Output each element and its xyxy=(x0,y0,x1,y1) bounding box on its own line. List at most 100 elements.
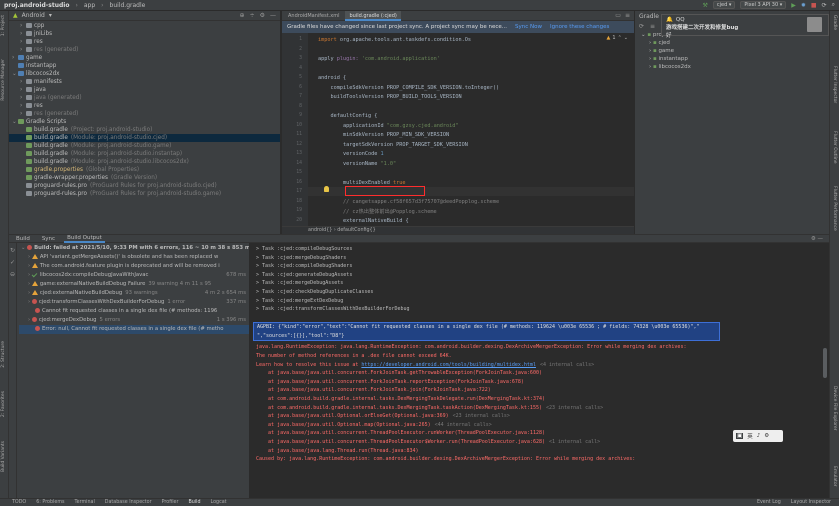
filter-icon[interactable]: ⊖ xyxy=(10,269,15,281)
tab-android-manifest[interactable]: AndroidManifest.xml xyxy=(284,11,343,21)
chevron-down-icon[interactable]: ⌄ xyxy=(624,35,628,41)
run-icon[interactable]: ▶ xyxy=(791,2,796,9)
tool-window-resource-manager[interactable]: Resource Manager xyxy=(1,59,6,101)
build-tree-item[interactable]: › The com.android.feature plugin is depr… xyxy=(19,262,249,271)
code-editor[interactable]: 1 2 3 4 5 6 7 8 9 10 11 12 13 14 15 16 17 18 19 20 import o… xyxy=(282,33,634,234)
project-tree-item[interactable]: gradle-wrapper.properties (Gradle Version… xyxy=(9,174,280,182)
tool-window-structure[interactable]: 2: Structure xyxy=(1,341,6,368)
project-tree-item[interactable]: build.gradle (Project: proj.android-studi… xyxy=(9,126,280,134)
gradle-tree-item[interactable]: › ▪ libcocos2dx xyxy=(641,63,829,71)
project-tree-item[interactable]: ⌄ Gradle Scripts xyxy=(9,118,280,126)
project-tree-item[interactable]: › res (generated) xyxy=(9,110,280,118)
project-view-select[interactable]: Android xyxy=(22,12,45,19)
project-tree-item[interactable]: › res xyxy=(9,102,280,110)
project-tree-item[interactable]: build.gradle (Module: proj.android-studio… xyxy=(9,158,280,166)
internal-calls-hint[interactable]: <23 internal calls> xyxy=(546,405,603,411)
sync-icon[interactable]: ⟳ xyxy=(822,2,827,9)
nav-crumb-project[interactable]: proj.android-studio xyxy=(4,2,69,9)
status-profiler[interactable]: Profiler xyxy=(162,500,179,505)
tab-build-output[interactable]: Build Output xyxy=(64,235,105,243)
project-tree-item[interactable]: › java xyxy=(9,86,280,94)
gear-icon[interactable]: ⚙ — xyxy=(811,236,829,242)
build-tree-item[interactable]: › libcocos2dx:compileDebugJavaWithJavac 6… xyxy=(19,271,249,280)
nav-crumb-file[interactable]: build.gradle xyxy=(110,2,146,9)
device-select[interactable]: Pixel 3 API 30 ▾ xyxy=(740,1,787,9)
project-tree-item[interactable]: › res (generated) xyxy=(9,46,280,54)
project-tree-item[interactable]: › game xyxy=(9,54,280,62)
ignore-changes-link[interactable]: Ignore these changes xyxy=(550,24,609,30)
floating-input-bar[interactable]: ▣ 英 ♪ ⚙ xyxy=(733,430,783,442)
status-todo[interactable]: TODO xyxy=(12,500,26,505)
project-tree-item[interactable]: build.gradle (Module: proj.android-studio… xyxy=(9,150,280,158)
hammer-icon[interactable]: ⚒ xyxy=(702,2,707,9)
build-tree-item[interactable]: › cjed:mergeDexDebug 5 errors 1 s 396 ms xyxy=(19,316,249,325)
minimize-icon[interactable]: — xyxy=(270,12,276,19)
qq-notification[interactable]: 🔔 QQ 游戏搭建二次开发和修复bug 好 xyxy=(661,14,829,39)
refresh-icon[interactable]: ⟳ xyxy=(639,23,644,30)
build-tree-item[interactable]: ⌄ Build: failed at 2021/5/10, 9:33 PM wi… xyxy=(19,244,249,253)
project-tree-item[interactable]: ⌄ libcocos2dx xyxy=(9,70,280,78)
tab-list-icon[interactable]: ≡ xyxy=(625,12,630,19)
project-tree-item[interactable]: proguard-rules.pro (ProGuard Rules for pr… xyxy=(9,190,280,198)
build-tree-item[interactable]: › API 'variant.getMergeAssets()' is obso… xyxy=(19,253,249,262)
build-tree-item[interactable]: › cjed:transformClassesWithDexBuilderFor… xyxy=(19,298,249,307)
tool-window-favorites[interactable]: 2: Favorites xyxy=(1,391,6,417)
multidex-doc-link[interactable]: https://developer.android.com/tools/buil… xyxy=(361,362,536,368)
tool-window-gradle[interactable]: Gradle xyxy=(832,15,837,30)
debug-icon[interactable]: ✹ xyxy=(801,2,806,9)
project-tree-item[interactable]: › jniLibs xyxy=(9,30,280,38)
status-database-inspector[interactable]: Database Inspector xyxy=(105,500,152,505)
project-tree-item[interactable]: › java (generated) xyxy=(9,94,280,102)
project-tree-item[interactable]: gradle.properties (Global Properties) xyxy=(9,166,280,174)
tool-window-emulator[interactable]: Emulator xyxy=(832,466,837,486)
chevron-up-icon[interactable]: ⌃ xyxy=(618,35,622,41)
gradle-tree-item[interactable]: › ▪ instantapp xyxy=(641,55,829,63)
tool-window-build-variants[interactable]: Build Variants xyxy=(1,441,6,472)
expand-icon[interactable]: ≡ xyxy=(650,23,655,30)
search-icon[interactable]: ⌕ xyxy=(832,1,835,9)
status-event-log[interactable]: Event Log xyxy=(757,500,781,505)
stop-icon[interactable]: ■ xyxy=(811,2,817,9)
build-tree-item[interactable]: Error: null, Cannot fit requested classe… xyxy=(19,325,249,334)
ime-lang[interactable]: 英 xyxy=(747,432,753,440)
internal-calls-hint[interactable]: <4 internal calls> xyxy=(540,362,594,368)
inspection-widget[interactable]: ▲ 1 ⌃ ⌄ xyxy=(607,35,628,41)
split-icon[interactable]: ▭ xyxy=(615,12,621,19)
project-tree-item[interactable]: build.gradle (Module: proj.android-studio… xyxy=(9,134,280,142)
internal-calls-hint[interactable]: <23 internal calls> xyxy=(453,413,510,419)
internal-calls-hint[interactable]: <1 internal call> xyxy=(549,439,600,445)
chevron-down-icon[interactable]: ▾ xyxy=(49,12,52,19)
status-terminal[interactable]: Terminal xyxy=(75,500,95,505)
project-tree-item[interactable]: › manifests xyxy=(9,78,280,86)
build-tree-item[interactable]: Cannot fit requested classes in a single… xyxy=(19,307,249,316)
tab-sync[interactable]: Sync xyxy=(39,236,58,242)
internal-calls-hint[interactable]: <44 internal calls> xyxy=(435,422,492,428)
status-problems[interactable]: 6: Problems xyxy=(36,500,64,505)
project-tree-item[interactable]: instantapp xyxy=(9,62,280,70)
collapse-icon[interactable]: ÷ xyxy=(250,12,255,19)
tool-window-project[interactable]: 1: Project xyxy=(1,15,6,36)
tool-window-device-file-explorer[interactable]: Device File Explorer xyxy=(832,386,837,431)
build-console[interactable]: > Task :cjed:compileDebugSources > Task :… xyxy=(250,243,829,498)
build-tree-item[interactable]: › cjed:externalNativeBuildDebug 93 warnin… xyxy=(19,289,249,298)
tab-build[interactable]: Build xyxy=(13,236,33,242)
project-tree-item[interactable]: › res xyxy=(9,38,280,46)
project-tree-item[interactable]: build.gradle (Module: proj.android-studio… xyxy=(9,142,280,150)
run-config-select[interactable]: cjed ▾ xyxy=(712,1,736,9)
gradle-tree-item[interactable]: › ▪ cjed xyxy=(641,39,829,47)
tab-build-gradle[interactable]: build.gradle (:cjed) xyxy=(345,10,401,21)
nav-crumb-module[interactable]: app xyxy=(84,2,95,9)
ime-icon[interactable]: ▣ xyxy=(736,433,744,439)
sync-now-link[interactable]: Sync Now xyxy=(515,24,542,30)
status-layout-inspector[interactable]: Layout Inspector xyxy=(791,500,831,505)
gradle-tree-item[interactable]: › ▪ game xyxy=(641,47,829,55)
status-logcat[interactable]: Logcat xyxy=(211,500,227,505)
music-icon[interactable]: ♪ xyxy=(757,433,761,439)
console-scrollbar[interactable] xyxy=(823,348,827,378)
tool-window-flutter-outline[interactable]: Flutter Outline xyxy=(832,131,837,164)
status-build[interactable]: Build xyxy=(188,500,200,505)
target-icon[interactable]: ⊕ xyxy=(240,12,245,19)
restart-icon[interactable]: ↻ xyxy=(10,245,15,257)
lightbulb-icon[interactable] xyxy=(324,186,329,192)
editor-breadcrumb[interactable]: android{} › defaultConfig{} xyxy=(282,226,634,234)
